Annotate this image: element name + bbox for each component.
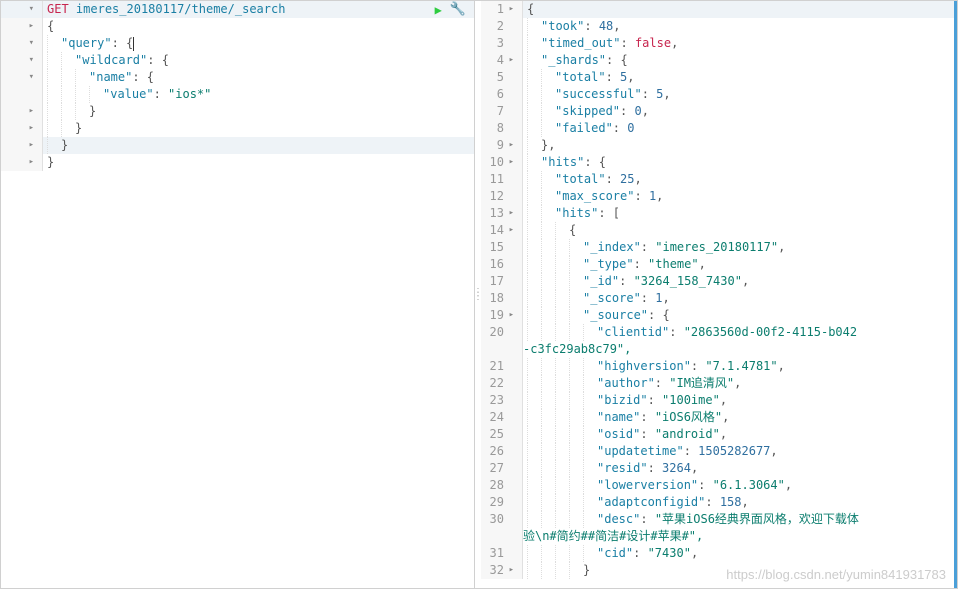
code-line[interactable]: 12 "max_score": 1, bbox=[481, 188, 954, 205]
code-line[interactable]: 7 "skipped": 0, bbox=[481, 103, 954, 120]
kibana-console: ▶ 🔧 ▾GET imeres_20180117/theme/_search▸{… bbox=[0, 0, 958, 589]
code-line[interactable]: 30 "desc": "苹果iOS6经典界面风格，欢迎下载体 bbox=[481, 511, 954, 528]
response-viewer[interactable]: 1▸{2 "took": 48,3 "timed_out": false,4▸ … bbox=[481, 1, 954, 579]
code-line[interactable]: 26 "updatetime": 1505282677, bbox=[481, 443, 954, 460]
code-line[interactable]: 3 "timed_out": false, bbox=[481, 35, 954, 52]
code-line[interactable]: 18 "_score": 1, bbox=[481, 290, 954, 307]
code-line[interactable]: 1▸{ bbox=[481, 1, 954, 18]
code-line[interactable]: 31 "cid": "7430", bbox=[481, 545, 954, 562]
code-line[interactable]: 4▸ "_shards": { bbox=[481, 52, 954, 69]
code-line[interactable]: "value": "ios*" bbox=[1, 86, 474, 103]
code-line[interactable]: ▸ } bbox=[1, 120, 474, 137]
request-actions: ▶ 🔧 bbox=[435, 1, 466, 18]
code-line[interactable]: 27 "resid": 3264, bbox=[481, 460, 954, 477]
code-line[interactable]: 14▸ { bbox=[481, 222, 954, 239]
code-line[interactable]: 15 "_index": "imeres_20180117", bbox=[481, 239, 954, 256]
request-panel: ▶ 🔧 ▾GET imeres_20180117/theme/_search▸{… bbox=[1, 1, 475, 588]
request-header-row[interactable]: ▾GET imeres_20180117/theme/_search bbox=[1, 1, 474, 18]
wrench-icon[interactable]: 🔧 bbox=[450, 2, 466, 17]
code-line[interactable]: 9▸ }, bbox=[481, 137, 954, 154]
code-line-wrap[interactable]: 验\n#简约##简洁#设计#苹果#", bbox=[481, 528, 954, 545]
code-line[interactable]: 11 "total": 25, bbox=[481, 171, 954, 188]
play-icon[interactable]: ▶ bbox=[435, 3, 442, 17]
code-line[interactable]: 21 "highversion": "7.1.4781", bbox=[481, 358, 954, 375]
code-line[interactable]: ▸ } bbox=[1, 103, 474, 120]
code-line[interactable]: 13▸ "hits": [ bbox=[481, 205, 954, 222]
code-line[interactable]: 20 "clientid": "2863560d-00f2-4115-b042 bbox=[481, 324, 954, 341]
code-line[interactable]: 8 "failed": 0 bbox=[481, 120, 954, 137]
code-line[interactable]: 5 "total": 5, bbox=[481, 69, 954, 86]
code-line[interactable]: 23 "bizid": "100ime", bbox=[481, 392, 954, 409]
code-line[interactable]: ▾ "name": { bbox=[1, 69, 474, 86]
code-line-wrap[interactable]: -c3fc29ab8c79", bbox=[481, 341, 954, 358]
code-line[interactable]: 24 "name": "iOS6风格", bbox=[481, 409, 954, 426]
watermark: https://blog.csdn.net/yumin841931783 bbox=[726, 567, 946, 582]
code-line[interactable]: ▾ "wildcard": { bbox=[1, 52, 474, 69]
code-line[interactable]: ▸{ bbox=[1, 18, 474, 35]
code-line[interactable]: 16 "_type": "theme", bbox=[481, 256, 954, 273]
code-line[interactable]: 10▸ "hits": { bbox=[481, 154, 954, 171]
code-line[interactable]: 29 "adaptconfigid": 158, bbox=[481, 494, 954, 511]
code-line[interactable]: ▸} bbox=[1, 154, 474, 171]
code-line[interactable]: 25 "osid": "android", bbox=[481, 426, 954, 443]
code-line[interactable]: 22 "author": "IM追清风", bbox=[481, 375, 954, 392]
code-line[interactable]: 17 "_id": "3264_158_7430", bbox=[481, 273, 954, 290]
code-line[interactable]: 6 "successful": 5, bbox=[481, 86, 954, 103]
code-line[interactable]: 2 "took": 48, bbox=[481, 18, 954, 35]
code-line[interactable]: ▾ "query": { bbox=[1, 35, 474, 52]
request-editor[interactable]: ▾GET imeres_20180117/theme/_search▸{▾ "q… bbox=[1, 1, 474, 171]
code-line[interactable]: ▸ } bbox=[1, 137, 474, 154]
code-line[interactable]: 19▸ "_source": { bbox=[481, 307, 954, 324]
code-line[interactable]: 28 "lowerversion": "6.1.3064", bbox=[481, 477, 954, 494]
response-panel: 1▸{2 "took": 48,3 "timed_out": false,4▸ … bbox=[481, 1, 957, 588]
